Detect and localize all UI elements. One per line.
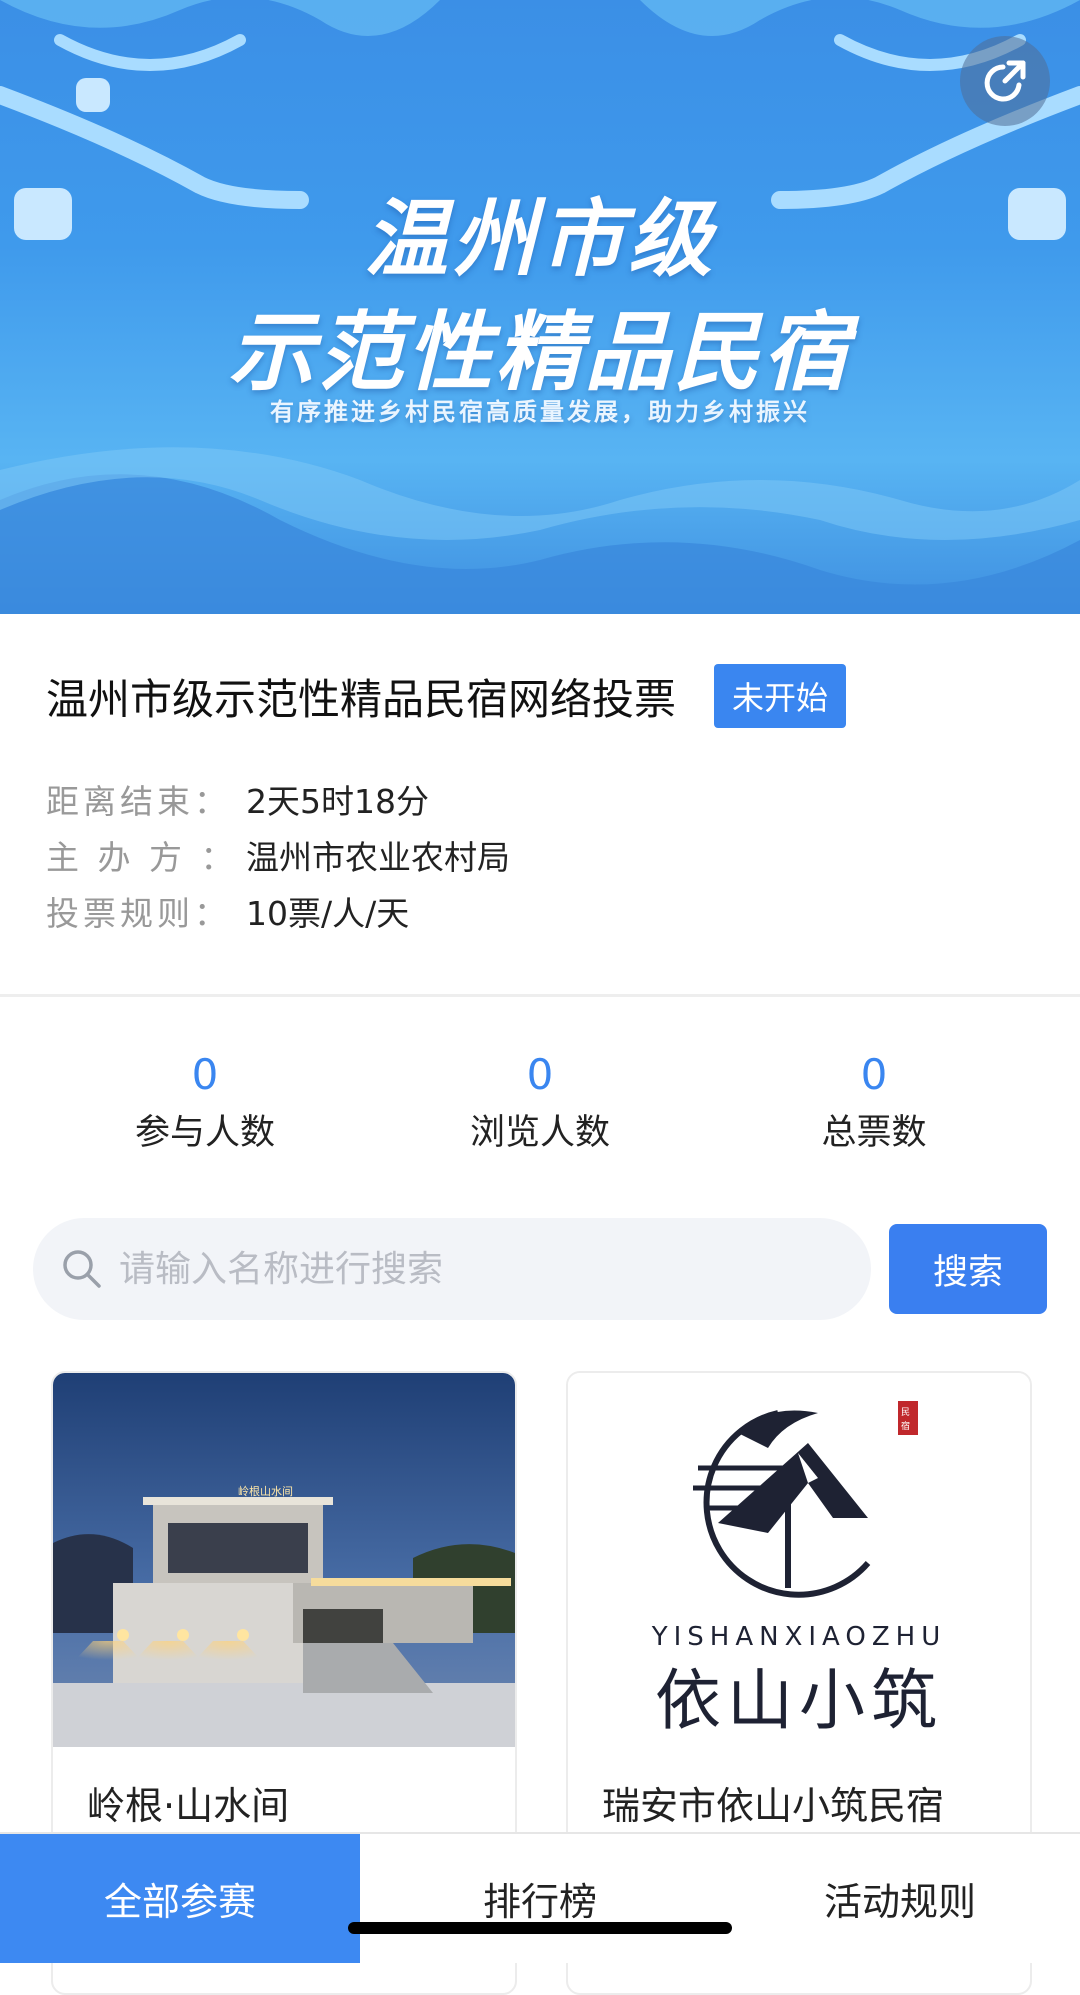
home-indicator xyxy=(348,1922,732,1934)
total-votes-label: 总票数 xyxy=(821,1113,927,1153)
deadline-label: 距离结束： xyxy=(46,782,231,821)
banner-title-line1: 温州市级 xyxy=(363,190,716,288)
organizer-value: 温州市农业农村局 xyxy=(246,838,510,877)
total-votes-count: 0 xyxy=(860,1050,888,1099)
entry-name: 瑞安市依山小筑民宿 xyxy=(602,1784,945,1828)
vote-rule-label: 投票规则： xyxy=(46,894,231,933)
tab-activity-rules[interactable]: 活动规则 xyxy=(720,1834,1080,1963)
participants-label: 参与人数 xyxy=(134,1113,275,1153)
seal-text-bottom: 宿 xyxy=(901,1420,910,1432)
views-count: 0 xyxy=(526,1050,554,1099)
stats-bar: 0 参与人数 0 浏览人数 0 总票数 xyxy=(0,1040,1080,1170)
meta-row-deadline: 距离结束： 2天5时18分 xyxy=(46,774,510,830)
meta-row-organizer: 主 办 方 ： 温州市农业农村局 xyxy=(46,830,510,886)
search-bar xyxy=(33,1218,871,1320)
stat-views: 0 浏览人数 xyxy=(390,1040,690,1156)
search-icon xyxy=(63,1250,101,1288)
vote-rule-value: 10票/人/天 xyxy=(246,894,410,933)
tab-all-entries[interactable]: 全部参赛 xyxy=(0,1834,360,1963)
search-button[interactable]: 搜索 xyxy=(889,1224,1047,1314)
entry-logo: 民 宿 YISHANXIAOZHU 依山小筑 xyxy=(568,1373,1030,1747)
stat-total-votes: 0 总票数 xyxy=(724,1040,1024,1156)
entry-name: 岭根·山水间 xyxy=(87,1784,290,1828)
seal-text-top: 民 xyxy=(901,1407,910,1418)
page-title: 温州市级示范性精品民宿网络投票 xyxy=(46,674,677,724)
banner-title-line2: 示范性精品民宿 xyxy=(228,303,852,403)
participants-count: 0 xyxy=(191,1050,219,1099)
status-badge: 未开始 xyxy=(714,664,847,728)
title-row: 温州市级示范性精品民宿网络投票 未开始 xyxy=(46,664,847,728)
stat-participants: 0 参与人数 xyxy=(55,1040,355,1156)
search-input[interactable] xyxy=(117,1247,821,1291)
entry-photo: 岭根山水间 xyxy=(53,1373,515,1747)
views-label: 浏览人数 xyxy=(469,1113,610,1153)
deadline-value: 2天5时18分 xyxy=(246,782,429,821)
divider xyxy=(0,994,1080,997)
tab-ranking[interactable]: 排行榜 xyxy=(360,1834,720,1963)
logo-pinyin: YISHANXIAOZHU xyxy=(651,1622,947,1652)
banner: 温州市级 示范性精品民宿 有序推进乡村民宿高质量发展，助力乡村振兴 xyxy=(0,0,1080,614)
organizer-label: 主 办 方 ： xyxy=(46,838,238,877)
activity-info: 温州市级示范性精品民宿网络投票 未开始 距离结束： 2天5时18分 主 办 方 … xyxy=(0,614,1080,997)
share-icon xyxy=(984,60,1026,102)
meta-row-rule: 投票规则： 10票/人/天 xyxy=(46,886,510,942)
banner-slogan: 有序推进乡村民宿高质量发展，助力乡村振兴 xyxy=(270,398,810,426)
bottom-nav: 全部参赛 排行榜 活动规则 xyxy=(0,1832,1080,1963)
building-sign: 岭根山水间 xyxy=(238,1484,293,1498)
share-button[interactable] xyxy=(960,36,1050,126)
activity-meta: 距离结束： 2天5时18分 主 办 方 ： 温州市农业农村局 投票规则： 10票… xyxy=(46,774,510,942)
logo-chinese: 依山小筑 xyxy=(655,1662,943,1739)
